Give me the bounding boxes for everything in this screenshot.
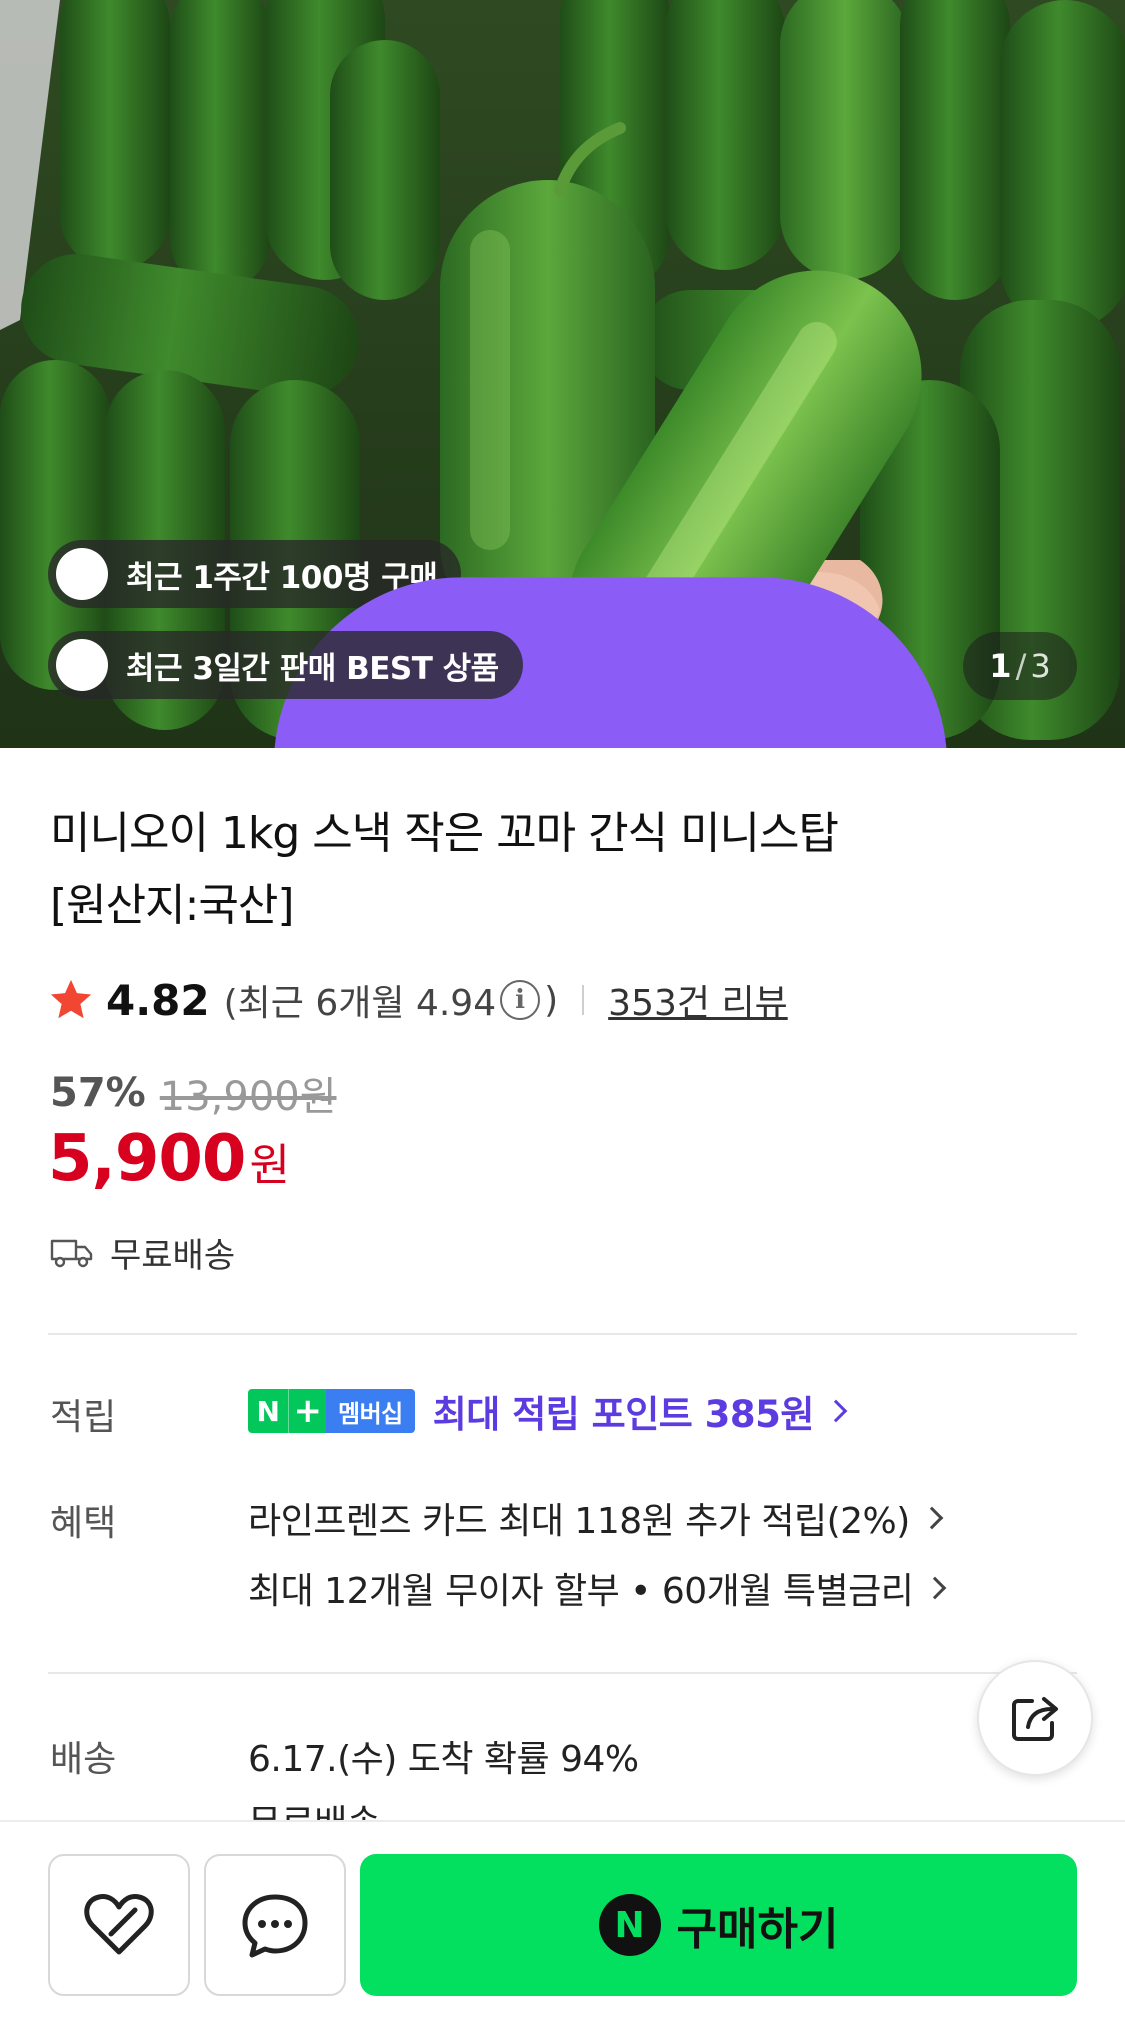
image-counter-separator: / bbox=[1015, 647, 1027, 685]
delivery-sub-text: 무료배송 bbox=[248, 1794, 380, 1822]
recent-rating-close: ) bbox=[544, 979, 559, 1021]
divider-vertical bbox=[582, 985, 585, 1015]
image-counter-total: 3 bbox=[1030, 647, 1051, 685]
review-count-link[interactable]: 353건 리뷰 bbox=[608, 974, 788, 1026]
image-counter-current: 1 bbox=[989, 647, 1012, 685]
gift-icon bbox=[56, 639, 108, 691]
card-benefit-text: 라인프렌즈 카드 최대 118원 추가 적립(2%) bbox=[248, 1501, 910, 1542]
buy-button-label: 구매하기 bbox=[676, 1904, 839, 1955]
original-price: 13,900원 bbox=[159, 1074, 337, 1120]
shopping-bag-icon bbox=[56, 548, 947, 748]
membership-text: 멤버십 bbox=[326, 1389, 415, 1433]
points-row[interactable]: N + 멤버십 최대 적립 포인트 385원 bbox=[248, 1384, 848, 1438]
bottom-action-bar: N 구매하기 bbox=[0, 1820, 1125, 2025]
buy-button[interactable]: N 구매하기 bbox=[360, 1854, 1077, 1996]
shipping-info: 무료배송 bbox=[50, 1228, 235, 1277]
delivery-label: 배송 bbox=[50, 1739, 117, 1780]
sale-price: 5,900 원 bbox=[48, 1122, 290, 1196]
share-button[interactable] bbox=[977, 1660, 1093, 1776]
delivery-estimate: 6.17.(수) 도착 확률 94% bbox=[248, 1730, 639, 1782]
talk-talk-button[interactable] bbox=[204, 1854, 346, 1996]
wishlist-button[interactable] bbox=[48, 1854, 190, 1996]
rating-value: 4.82 bbox=[106, 975, 210, 1025]
product-title: 미니오이 1kg 스낵 작은 꼬마 간식 미니스탑 [원산지:국산] bbox=[50, 798, 1050, 942]
chevron-right-icon bbox=[824, 1399, 848, 1423]
chat-bubble-icon bbox=[242, 1894, 308, 1958]
benefit-installment-row[interactable]: 최대 12개월 무이자 할부 • 60개월 특별금리 bbox=[248, 1562, 947, 1614]
benefit-card-row[interactable]: 라인프렌즈 카드 최대 118원 추가 적립(2%) bbox=[248, 1492, 944, 1544]
section-divider bbox=[48, 1672, 1077, 1674]
plus-icon: + bbox=[288, 1389, 326, 1433]
best-seller-badge: 최근 3일간 판매 BEST 상품 bbox=[48, 631, 523, 699]
installment-text: 최대 12개월 무이자 할부 • 60개월 특별금리 bbox=[248, 1571, 914, 1612]
naver-pay-n-icon: N bbox=[598, 1894, 661, 1956]
product-title-line2: [원산지:국산] bbox=[50, 880, 295, 931]
sale-price-value: 5,900 bbox=[48, 1122, 246, 1196]
share-icon bbox=[1012, 1697, 1058, 1741]
recent-rating-text: (최근 6개월 4.94 bbox=[223, 983, 497, 1024]
heart-icon bbox=[84, 1894, 154, 1955]
max-points-text: 최대 적립 포인트 385원 bbox=[432, 1393, 815, 1436]
chevron-right-icon bbox=[920, 1506, 944, 1530]
recent-rating: (최근 6개월 4.94 i ) bbox=[224, 974, 559, 1026]
star-icon bbox=[50, 979, 92, 1019]
discount-row: 57% 13,900원 bbox=[50, 1064, 337, 1122]
delivery-estimate-text: 6.17.(수) 도착 확률 94% bbox=[248, 1739, 639, 1780]
image-counter: 1 / 3 bbox=[963, 632, 1077, 700]
product-title-line1: 미니오이 1kg 스낵 작은 꼬마 간식 미니스탑 bbox=[50, 808, 839, 859]
info-icon[interactable]: i bbox=[500, 980, 541, 1020]
benefit-label: 혜택 bbox=[50, 1503, 117, 1544]
naver-plus-membership-badge: N + 멤버십 bbox=[248, 1389, 415, 1433]
recent-purchase-badge: 최근 1주간 100명 구매 bbox=[48, 540, 947, 748]
shipping-text: 무료배송 bbox=[110, 1236, 236, 1276]
section-divider bbox=[48, 1333, 1077, 1335]
chevron-right-icon bbox=[923, 1576, 947, 1600]
naver-n-logo: N bbox=[248, 1389, 288, 1433]
discount-rate: 57% bbox=[50, 1070, 146, 1116]
sale-price-unit: 원 bbox=[249, 1140, 290, 1191]
points-label: 적립 bbox=[50, 1397, 117, 1438]
rating-row: 4.82 (최근 6개월 4.94 i ) 353건 리뷰 bbox=[48, 970, 788, 1030]
truck-icon bbox=[50, 1239, 93, 1267]
product-image[interactable]: 최근 1주간 100명 구매 최근 3일간 판매 BEST 상품 1 / 3 bbox=[0, 0, 1125, 748]
